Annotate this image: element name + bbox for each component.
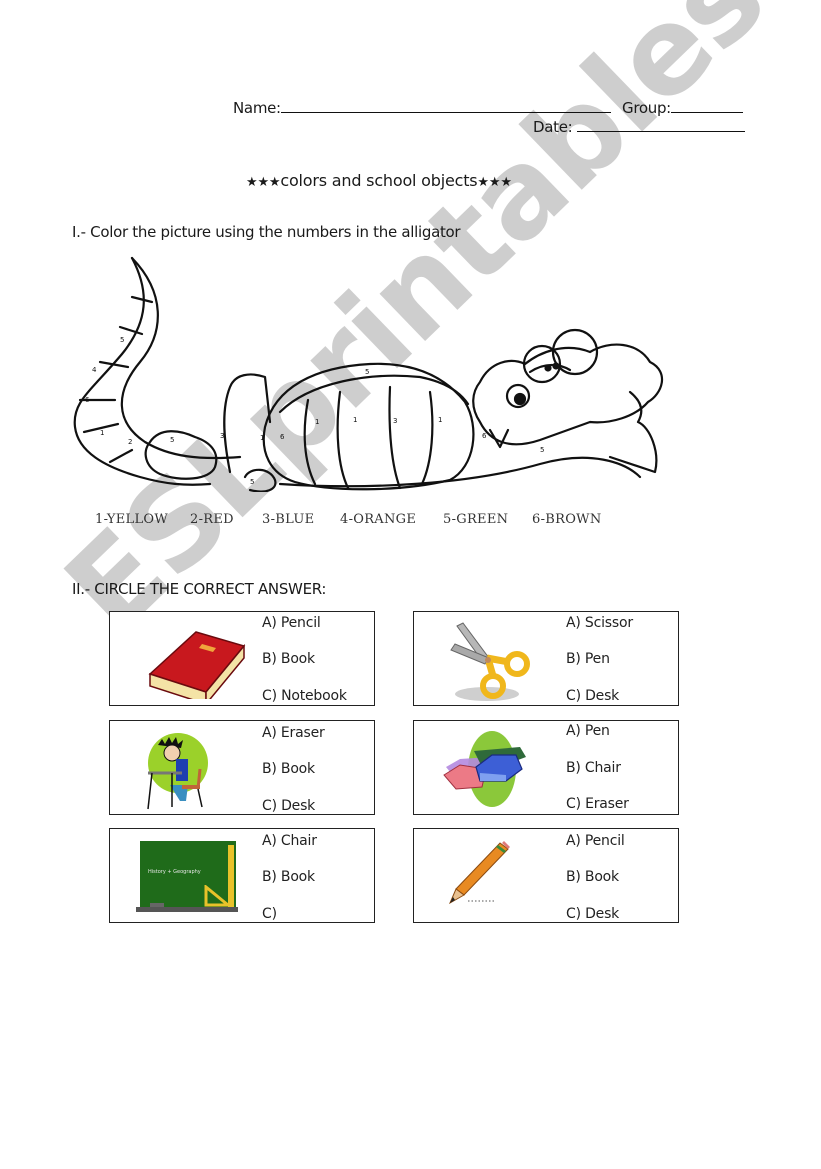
color-key-item-4: 4-ORANGE [340,512,417,527]
option-a[interactable]: A) Eraser [262,725,325,741]
eraser-icon [443,731,526,807]
chalkboard-text: History + Geography [148,869,201,875]
option-c[interactable]: C) [262,906,277,922]
name-field[interactable]: Name: [233,98,611,117]
color-key: 1-YELLOW 2-RED 3-BLUE 4-ORANGE 5-GREEN 6… [0,512,821,532]
star-icon: ★★★ [246,175,281,190]
svg-text:3: 3 [220,432,224,440]
alligator-tail [120,256,242,460]
svg-text:2: 2 [128,438,132,446]
book-icon [148,631,246,699]
option-c[interactable]: C) Desk [262,798,315,812]
svg-text:4: 4 [92,366,97,374]
name-label: Name: [233,99,281,117]
svg-text:6: 6 [280,433,285,441]
chalkboard-icon: History + Geography [136,841,238,913]
option-a[interactable]: A) Pencil [262,615,321,631]
question-card-scissors: A) Scissor B) Pen C) Desk [413,611,679,706]
color-key-item-1: 1-YELLOW [95,512,168,527]
svg-text:5: 5 [365,368,369,376]
svg-text:5: 5 [250,478,254,486]
question-card-book: A) Pencil B) Book C) Notebook [109,611,375,706]
svg-text:5: 5 [540,446,544,454]
date-blank[interactable] [576,117,745,132]
svg-text:6: 6 [482,432,487,440]
question-card-pencil: A) Pencil B) Book C) Desk [413,828,679,923]
svg-text:1: 1 [315,418,319,426]
date-label: Date: [533,118,573,136]
option-c[interactable]: C) Desk [566,688,619,704]
group-label: Group: [622,99,671,117]
worksheet-title: ★★★colors and school objects★★★ [246,171,512,190]
svg-text:1: 1 [100,429,104,437]
group-blank[interactable] [670,98,743,113]
star-icon: ★★★ [477,175,512,190]
option-b[interactable]: B) Book [262,761,315,777]
section-2-instruction: II.- CIRCLE THE CORRECT ANSWER: [72,580,327,598]
option-a[interactable]: A) Scissor [566,615,633,631]
question-card-eraser: A) Pen B) Chair C) Eraser [413,720,679,815]
svg-text:5: 5 [170,436,174,444]
option-b[interactable]: B) Book [262,651,315,667]
option-c[interactable]: C) Notebook [262,688,347,704]
option-b[interactable]: B) Chair [566,760,621,776]
svg-text:5: 5 [120,336,124,344]
question-card-desk: A) Eraser B) Book C) Desk [109,720,375,815]
section-1-instruction: I.- Color the picture using the numbers … [72,223,461,241]
option-a[interactable]: A) Pencil [566,833,625,849]
scissors-icon [450,622,530,701]
alligator-picture: 546 12 5 316 113 165 55 [73,256,663,492]
svg-text:1: 1 [353,416,357,424]
option-c[interactable]: C) Desk [566,906,619,922]
option-b[interactable]: B) Pen [566,651,610,667]
pencil-icon [448,841,510,905]
title-text: colors and school objects [280,171,478,190]
option-b[interactable]: B) Book [262,869,315,885]
option-c[interactable]: C) Eraser [566,796,629,812]
color-key-item-2: 2-RED [190,512,234,527]
svg-text:1: 1 [260,434,264,442]
student-desk-icon [147,733,208,810]
option-b[interactable]: B) Book [566,869,619,885]
option-a[interactable]: A) Pen [566,723,610,739]
svg-text:1: 1 [438,416,442,424]
name-blank[interactable] [280,98,611,113]
group-field[interactable]: Group: [622,98,743,117]
color-key-item-3: 3-BLUE [262,512,315,527]
date-field[interactable]: Date: [533,117,745,136]
color-key-item-6: 6-BROWN [532,512,602,527]
svg-text:6: 6 [85,396,90,404]
question-card-chalkboard: History + Geography A) Chair B) Book C) [109,828,375,923]
option-a[interactable]: A) Chair [262,833,317,849]
svg-text:3: 3 [393,417,397,425]
color-key-item-5: 5-GREEN [443,512,509,527]
